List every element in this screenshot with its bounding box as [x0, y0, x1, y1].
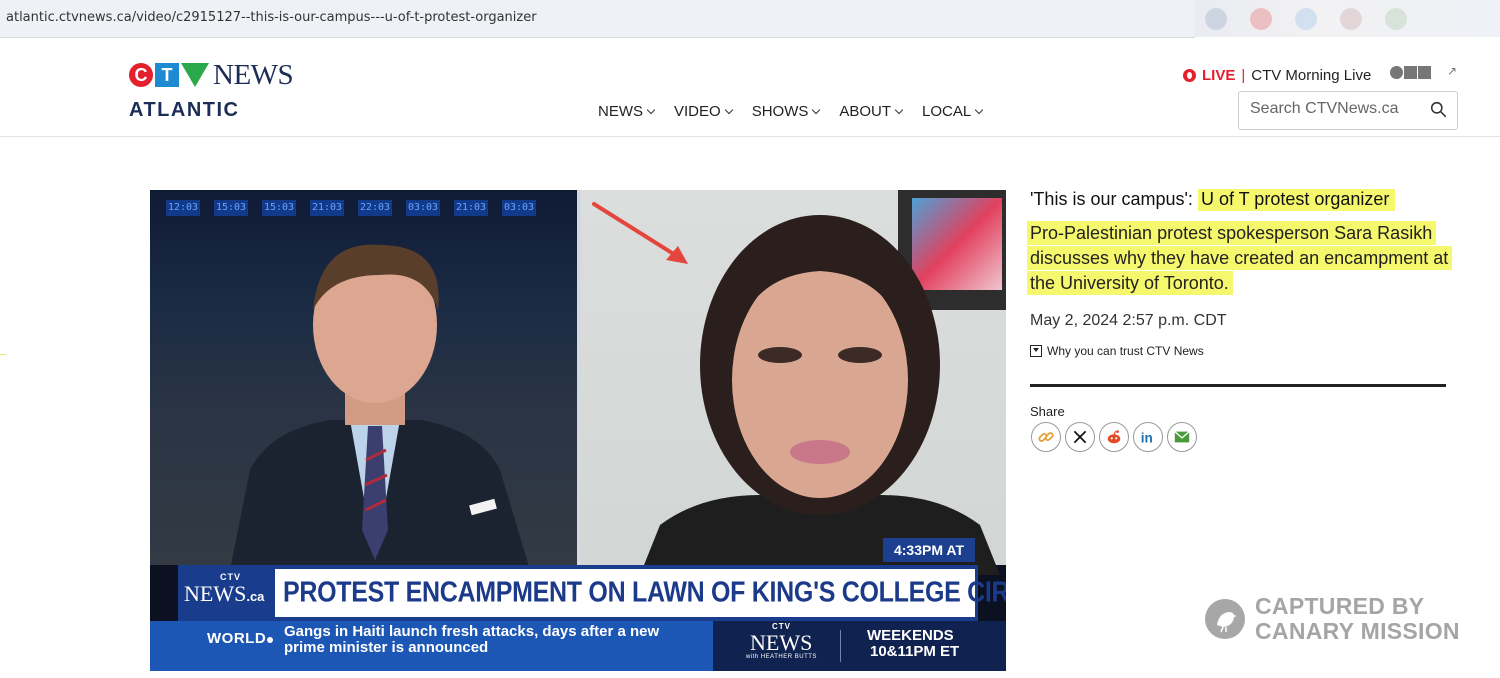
extension-icon[interactable] [1295, 8, 1317, 30]
nav-about[interactable]: ABOUT [839, 103, 904, 120]
brand-suffix: .ca [246, 589, 265, 604]
title-prefix: 'This is our campus': [1030, 189, 1193, 209]
email-icon [1174, 431, 1190, 443]
live-link[interactable]: LIVE | CTV Morning Live [1183, 67, 1371, 84]
extension-icon[interactable] [1205, 8, 1227, 30]
promo-brand: NEWS [750, 630, 813, 655]
video-headline: PROTEST ENCAMPMENT ON LAWN OF KING'S COL… [283, 576, 1006, 609]
site-header: C T NEWS ATLANTIC NEWS VIDEO SHOWS ABOUT… [0, 38, 1500, 137]
chevron-down-icon [812, 105, 821, 114]
copy-link-button[interactable] [1031, 422, 1061, 452]
ticker-section: WORLD [207, 630, 267, 647]
logo-news-text: NEWS [213, 58, 294, 91]
chevron-down-icon [894, 105, 904, 114]
news-anchor-figure [230, 244, 530, 570]
board-time: 12:03 [166, 200, 200, 216]
watermark-line-1: CAPTURED BY [1255, 593, 1425, 619]
reddit-icon [1107, 430, 1121, 444]
trust-link-label: Why you can trust CTV News [1047, 344, 1204, 358]
description-text: Pro-Palestinian protest spokesperson Sar… [1027, 221, 1453, 295]
promo-days: WEEKENDS [867, 627, 954, 644]
address-bar[interactable]: atlantic.ctvnews.ca/video/c2915127--this… [0, 0, 1195, 38]
ticker-text: Gangs in Haiti launch fresh attacks, day… [284, 623, 660, 656]
linkedin-icon: in [1141, 430, 1153, 445]
canary-logo-icon [1205, 599, 1245, 639]
promo-time: 10&11PM ET [870, 643, 960, 660]
share-buttons: in [1031, 422, 1197, 452]
promo-host: with HEATHER BUTTS [746, 654, 817, 660]
board-time: 03:03 [406, 200, 440, 216]
nav-label: SHOWS [751, 103, 809, 120]
studio-board: 12:03 15:03 15:03 21:03 22:03 03:03 21:0… [166, 200, 536, 216]
ctv-logo-v [181, 63, 209, 87]
extension-icon[interactable] [1385, 8, 1407, 30]
board-time: 21:03 [454, 200, 488, 216]
board-time: 03:03 [502, 200, 536, 216]
divider [1030, 384, 1446, 387]
board-time: 15:03 [262, 200, 296, 216]
nav-label: ABOUT [839, 103, 892, 120]
chevron-down-icon [975, 105, 984, 114]
ctv-news-logo[interactable]: C T NEWS [129, 58, 294, 91]
logo-part [1390, 66, 1403, 79]
article-title: 'This is our campus': U of T protest org… [1030, 189, 1396, 211]
dropdown-icon [1030, 345, 1042, 357]
board-time: 22:03 [358, 200, 392, 216]
share-email-button[interactable] [1167, 422, 1197, 452]
extension-icon[interactable] [1340, 8, 1362, 30]
search-box [1238, 91, 1458, 130]
logo-part [1418, 66, 1431, 79]
search-input[interactable] [1250, 100, 1420, 118]
share-reddit-button[interactable] [1099, 422, 1129, 452]
nav-shows[interactable]: SHOWS [751, 103, 821, 120]
live-label: LIVE [1202, 67, 1236, 84]
live-show-name: CTV Morning Live [1251, 67, 1372, 84]
nav-label: VIDEO [674, 103, 721, 120]
title-highlight: U of T protest organizer [1197, 189, 1396, 211]
board-time: 21:03 [310, 200, 344, 216]
video-player[interactable]: 12:03 15:03 15:03 21:03 22:03 03:03 21:0… [150, 190, 1006, 671]
chevron-down-icon [724, 105, 733, 114]
ticker-bullet [267, 637, 273, 643]
red-arrow-annotation [592, 202, 688, 264]
article-description: Pro-Palestinian protest spokesperson Sar… [1027, 221, 1453, 296]
chevron-down-icon [646, 105, 656, 114]
live-icon [1183, 69, 1196, 82]
promo-divider [840, 630, 841, 662]
nav-label: LOCAL [922, 103, 972, 120]
logo-part [1404, 66, 1417, 79]
nav-video[interactable]: VIDEO [674, 103, 733, 120]
watermark-line-2: CANARY MISSION [1255, 618, 1460, 644]
watermark-text: CAPTURED BY CANARY MISSION [1255, 594, 1460, 644]
search-icon[interactable] [1430, 101, 1447, 118]
canary-mission-watermark: CAPTURED BY CANARY MISSION [1205, 594, 1460, 644]
region-label[interactable]: ATLANTIC [129, 99, 240, 122]
main-nav: NEWS VIDEO SHOWS ABOUT LOCAL [598, 103, 1002, 120]
external-link-icon[interactable]: ↗ [1447, 64, 1457, 78]
extension-icon[interactable] [1250, 8, 1272, 30]
time-badge: 4:33PM AT [883, 538, 975, 562]
ctv-network-logo[interactable] [1390, 66, 1432, 79]
nav-local[interactable]: LOCAL [922, 103, 984, 120]
share-label: Share [1030, 404, 1065, 419]
x-icon [1073, 430, 1087, 444]
lower-third-brand: NEWS.ca [184, 581, 264, 607]
ctv-logo-t: T [155, 63, 179, 87]
board-time: 15:03 [214, 200, 248, 216]
highlight-mark [0, 354, 6, 355]
nav-news[interactable]: NEWS [598, 103, 656, 120]
share-linkedin-button[interactable]: in [1133, 422, 1163, 452]
publish-date: May 2, 2024 2:57 p.m. CDT [1030, 312, 1227, 329]
svg-text:in: in [1141, 430, 1153, 445]
browser-extensions-area [1195, 0, 1500, 37]
share-x-button[interactable] [1065, 422, 1095, 452]
nav-label: NEWS [598, 103, 643, 120]
brand-text: NEWS [184, 581, 247, 606]
url-text[interactable]: atlantic.ctvnews.ca/video/c2915127--this… [6, 10, 537, 25]
ctv-logo-c: C [129, 63, 153, 87]
trust-link[interactable]: Why you can trust CTV News [1030, 344, 1204, 358]
link-icon [1038, 432, 1054, 442]
live-separator: | [1241, 67, 1246, 84]
